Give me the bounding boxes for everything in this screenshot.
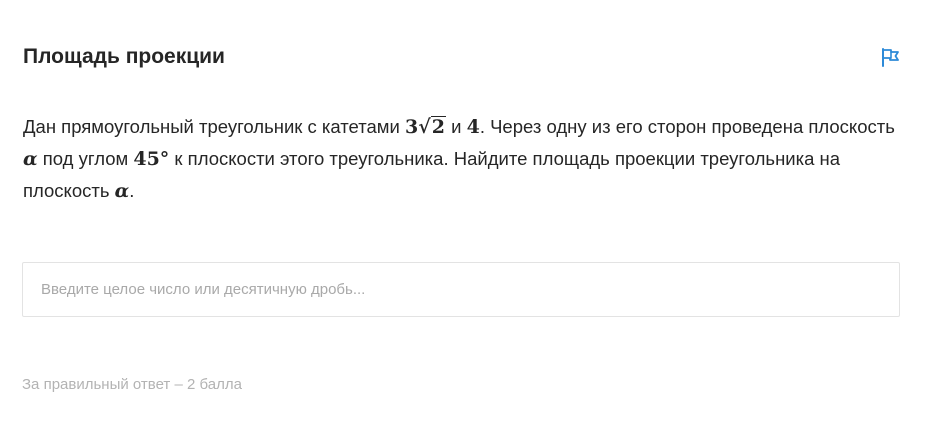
leg2-value: 4	[466, 116, 480, 138]
flag-icon	[882, 48, 899, 67]
problem-statement: Дан прямоугольный треугольник с катетами…	[23, 111, 913, 207]
problem-text-part: . Через одну из его сторон проведена пло…	[479, 116, 895, 137]
problem-text-part: .	[129, 180, 135, 201]
leg1-value: 3√2	[405, 116, 446, 138]
problem-text-part: под углом	[37, 148, 134, 169]
problem-text-part: Дан прямоугольный треугольник с катетами	[23, 116, 405, 137]
angle-value: 45°	[133, 148, 170, 170]
square-root: √2	[418, 111, 446, 143]
radical-sign: √	[418, 116, 431, 138]
radicand: 2	[430, 116, 446, 138]
report-flag-button[interactable]	[880, 47, 902, 67]
task-title: Площадь проекции	[23, 45, 225, 68]
leg1-coefficient: 3	[404, 116, 419, 138]
points-info: За правильный ответ – 2 балла	[22, 376, 242, 393]
answer-field-container	[22, 262, 900, 317]
plane-symbol: α	[114, 180, 130, 202]
answer-input[interactable]	[23, 263, 899, 316]
problem-text-part: и	[445, 116, 467, 137]
task-card: Площадь проекции Дан прямоугольный треуг…	[0, 0, 932, 423]
plane-symbol: α	[23, 148, 38, 170]
